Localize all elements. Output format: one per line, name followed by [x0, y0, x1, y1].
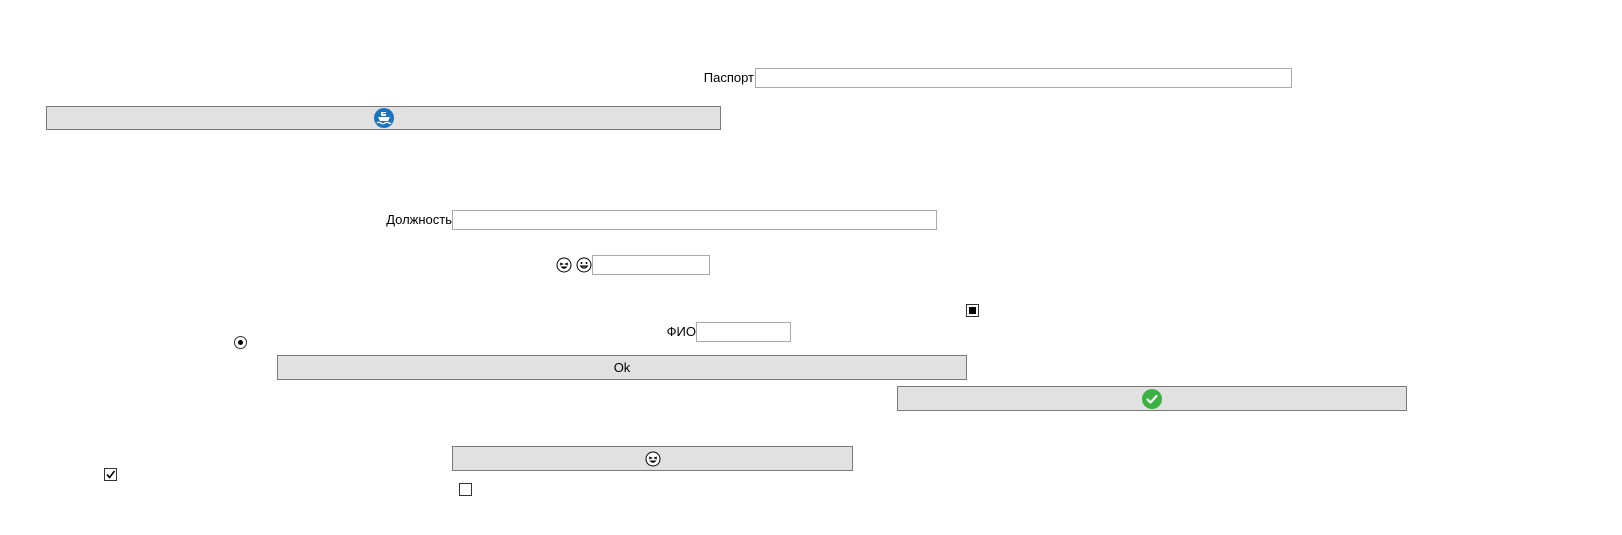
ship-button[interactable] [46, 106, 721, 130]
position-label: Должность [386, 212, 452, 227]
unchecked-checkbox[interactable] [459, 483, 472, 496]
radio-button[interactable] [234, 336, 247, 349]
emoji-button[interactable] [452, 446, 853, 471]
grinning-face-icon [576, 257, 592, 273]
check-icon [1142, 388, 1162, 409]
emoji-input[interactable] [592, 255, 710, 275]
fio-input[interactable] [696, 322, 791, 342]
checked-checkbox[interactable] [104, 468, 117, 481]
passport-input[interactable] [755, 68, 1292, 88]
indeterminate-checkbox[interactable] [966, 304, 979, 317]
passport-label: Паспорт [703, 70, 754, 85]
confirm-button[interactable] [897, 386, 1407, 411]
checkmark-icon [106, 470, 116, 479]
fio-label: ФИО [666, 324, 696, 339]
ok-button-label: Ok [613, 360, 631, 375]
position-input[interactable] [452, 210, 937, 230]
indeterminate-mark [969, 307, 976, 314]
laughing-face-icon [645, 451, 660, 466]
ok-button[interactable]: Ok [277, 355, 967, 380]
radio-dot [238, 340, 243, 345]
laughing-face-icon [556, 257, 572, 273]
ship-icon [373, 108, 394, 128]
